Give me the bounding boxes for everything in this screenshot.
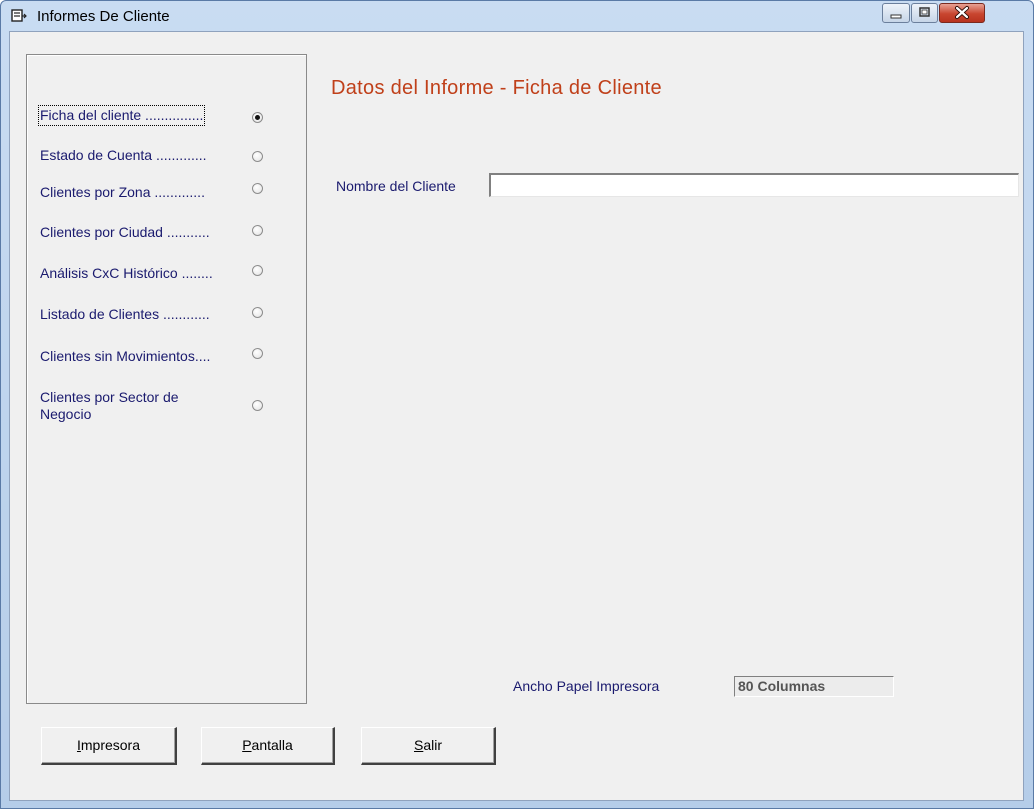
paper-width-label: Ancho Papel Impresora	[513, 678, 660, 694]
title-bar[interactable]: Informes De Cliente	[1, 1, 1033, 31]
radio-clientes-sin-movimientos[interactable]	[252, 348, 263, 359]
option-label-analisis-cxc[interactable]: Análisis CxC Histórico ........	[40, 265, 213, 282]
client-name-input[interactable]	[489, 173, 1019, 197]
radio-estado-cuenta[interactable]	[252, 151, 263, 162]
printer-button-label: mpresora	[80, 737, 141, 753]
exit-button-label: alir	[423, 737, 442, 753]
minimize-button[interactable]	[882, 3, 910, 23]
radio-clientes-zona[interactable]	[252, 183, 263, 194]
report-type-group: Ficha del cliente ............... Estado…	[26, 54, 307, 704]
report-app-icon	[11, 9, 27, 22]
radio-clientes-ciudad[interactable]	[252, 225, 263, 236]
printer-button[interactable]: Impresora	[41, 727, 177, 765]
option-label-ficha-cliente[interactable]: Ficha del cliente ...............	[37, 105, 206, 126]
window-title: Informes De Cliente	[37, 8, 170, 25]
maximize-icon	[919, 7, 930, 17]
screen-button[interactable]: Pantalla	[201, 727, 335, 765]
report-window: Informes De Cliente Ficha del cliente ..…	[0, 0, 1034, 809]
option-label-clientes-ciudad[interactable]: Clientes por Ciudad ...........	[40, 224, 210, 241]
screen-button-mnemonic: P	[242, 737, 252, 753]
option-label-listado-clientes[interactable]: Listado de Clientes ............	[40, 306, 210, 323]
option-label-estado-cuenta[interactable]: Estado de Cuenta .............	[40, 147, 207, 164]
minimize-icon	[890, 14, 902, 19]
exit-button[interactable]: Salir	[361, 727, 496, 765]
paper-width-field[interactable]: 80 Columnas	[734, 676, 894, 697]
maximize-button[interactable]	[911, 3, 938, 23]
exit-button-mnemonic: S	[413, 737, 424, 753]
report-heading: Datos del Informe - Ficha de Cliente	[331, 77, 662, 99]
radio-ficha-cliente[interactable]	[252, 112, 263, 123]
option-label-clientes-sin-movimientos[interactable]: Clientes sin Movimientos....	[40, 348, 210, 365]
radio-clientes-sector-negocio[interactable]	[252, 400, 263, 411]
screen-button-label: antalla	[251, 737, 293, 753]
option-label-clientes-sector-negocio[interactable]: Clientes por Sector de Negocio	[40, 389, 179, 423]
radio-listado-clientes[interactable]	[252, 307, 263, 318]
close-button[interactable]	[939, 3, 985, 23]
close-icon	[955, 6, 969, 19]
radio-analisis-cxc[interactable]	[252, 265, 263, 276]
option-label-clientes-zona[interactable]: Clientes por Zona .............	[40, 184, 205, 201]
client-name-label: Nombre del Cliente	[336, 178, 456, 194]
